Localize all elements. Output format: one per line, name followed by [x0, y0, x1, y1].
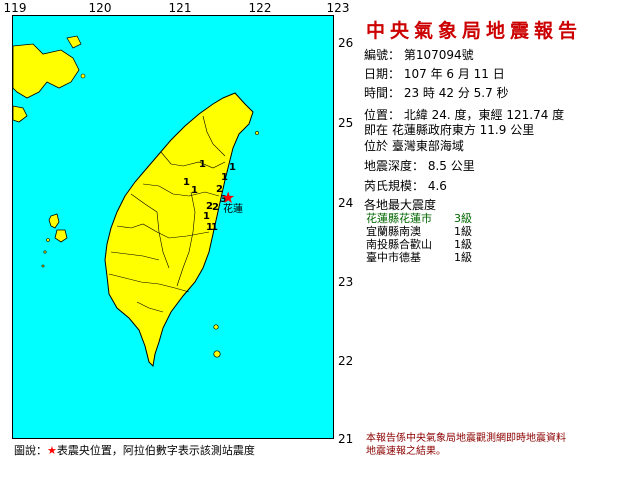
- legend-text: 表震央位置，阿拉伯數字表示該測站震度: [56, 444, 255, 457]
- lat-tick: 25: [338, 116, 354, 130]
- footnote-line: 地震速報之結果。: [366, 446, 446, 457]
- depth-label: 地震深度：: [364, 159, 425, 173]
- lat-tick: 24: [338, 196, 354, 210]
- intensity-label: 1: [229, 162, 236, 173]
- depth-row: 地震深度： 8.5 公里: [364, 157, 475, 176]
- intensity-level: 3級: [454, 212, 472, 225]
- time-row: 時間： 23 時 42 分 5.7 秒: [364, 84, 509, 103]
- time-value: 23 時 42 分 5.7 秒: [403, 86, 509, 100]
- lat-tick: 23: [338, 275, 354, 289]
- turtle-island: [255, 131, 259, 135]
- max-intensity-label: 各地最大震度: [364, 198, 437, 212]
- green-island: [213, 324, 219, 330]
- epicenter-label: 花蓮: [223, 204, 243, 215]
- relative-label: 即在: [364, 123, 389, 137]
- legend-prefix: 圖說：: [14, 444, 47, 457]
- area-label: 位於: [364, 139, 389, 153]
- map-frame[interactable]: 1 1 1 1 1 2 3 2 2 1 1 1 ★ 花蓮: [12, 15, 334, 439]
- taiwan-map: [13, 35, 259, 368]
- intensity-label: 1: [191, 185, 198, 196]
- intensity-location: 南投縣合歡山: [366, 238, 432, 251]
- intensity-label: 1: [221, 172, 228, 183]
- lon-tick: 119: [3, 1, 27, 15]
- lon-tick: 120: [88, 1, 112, 15]
- lat-tick: 21: [338, 432, 354, 446]
- area-row: 位於 臺灣東部海域: [364, 137, 464, 156]
- intensity-label: 1: [183, 177, 190, 188]
- magnitude-row: 芮氏規模： 4.6: [364, 177, 447, 196]
- penghu-islands: [48, 213, 60, 229]
- map-legend: 圖說：★表震央位置，阿拉伯數字表示該測站震度: [14, 442, 255, 458]
- mainland-coast: [13, 43, 80, 99]
- lon-tick: 121: [168, 1, 192, 15]
- number-label: 編號：: [364, 48, 401, 62]
- area-value: 臺灣東部海域: [391, 139, 464, 153]
- lat-tick: 26: [338, 36, 354, 50]
- position-value: 北緯 24. 度，東經 121.74 度: [403, 108, 565, 122]
- intensity-level: 1級: [454, 251, 472, 264]
- intensity-level: 1級: [454, 225, 472, 238]
- report-number: 第107094號: [403, 48, 474, 62]
- date-value: 107 年 6 月 11 日: [403, 67, 505, 81]
- position-label: 位置：: [364, 108, 401, 122]
- taiwan-island: [104, 92, 254, 368]
- lat-tick: 22: [338, 354, 354, 368]
- date-row: 日期： 107 年 6 月 11 日: [364, 65, 505, 84]
- depth-value: 8.5 公里: [427, 159, 475, 173]
- lon-tick: 123: [326, 1, 350, 15]
- footnote-line: 本報告係中央氣象局地震觀測網即時地震資料: [366, 433, 566, 444]
- report-title: 中央氣象局地震報告: [366, 20, 583, 42]
- intensity-location: 臺中市德基: [366, 251, 421, 264]
- intensity-level: 1級: [454, 238, 472, 251]
- intensity-location: 花蓮縣花蓮市: [366, 212, 432, 225]
- magnitude-value: 4.6: [427, 179, 447, 193]
- intensity-label: 1: [203, 211, 210, 222]
- orchid-island: [213, 350, 221, 358]
- report-number-row: 編號： 第107094號: [364, 46, 474, 65]
- legend-star-icon: ★: [47, 444, 57, 457]
- intensity-label: 2: [212, 202, 219, 213]
- date-label: 日期：: [364, 67, 401, 81]
- magnitude-label: 芮氏規模：: [364, 179, 425, 193]
- intensity-label: 1: [211, 222, 218, 233]
- intensity-label: 1: [199, 159, 206, 170]
- time-label: 時間：: [364, 86, 401, 100]
- intensity-location: 宜蘭縣南澳: [366, 225, 421, 238]
- report-footnote: 本報告係中央氣象局地震觀測網即時地震資料 地震速報之結果。: [366, 432, 566, 458]
- relative-value: 花蓮縣政府東方 11.9 公里: [391, 123, 535, 137]
- lon-tick: 122: [248, 1, 272, 15]
